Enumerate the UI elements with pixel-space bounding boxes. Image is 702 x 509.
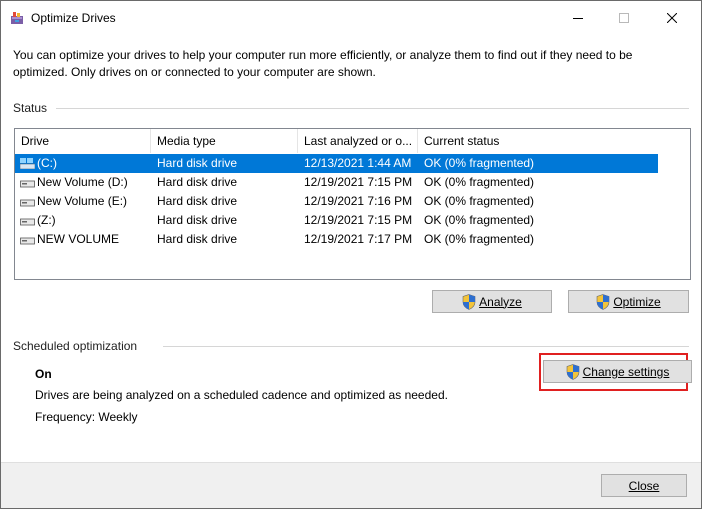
analyze-button-label: Analyze xyxy=(479,294,522,309)
close-icon xyxy=(667,13,677,23)
last-analyzed: 12/19/2021 7:17 PM xyxy=(304,232,413,246)
optimize-button[interactable]: Optimize xyxy=(568,290,689,313)
close-window-button[interactable] xyxy=(649,1,695,35)
last-analyzed: 12/19/2021 7:15 PM xyxy=(304,175,413,189)
drives-list[interactable]: Drive Media type Last analyzed or o... C… xyxy=(14,128,691,280)
intro-text: You can optimize your drives to help you… xyxy=(13,48,633,79)
column-header-media-type[interactable]: Media type xyxy=(151,129,298,153)
change-settings-button[interactable]: Change settings xyxy=(543,360,692,383)
close-button-label: Close xyxy=(628,478,660,493)
dialog-content: You can optimize your drives to help you… xyxy=(1,35,701,462)
current-status: OK (0% fragmented) xyxy=(424,194,535,208)
shield-icon xyxy=(566,363,579,380)
drive-row-z[interactable]: (Z:) Hard disk drive 12/19/2021 7:15 PM … xyxy=(15,211,658,230)
drive-icon xyxy=(20,237,35,245)
shield-icon xyxy=(597,293,610,310)
maximize-icon xyxy=(619,13,629,23)
window-title: Optimize Drives xyxy=(31,11,116,25)
drive-icon xyxy=(20,180,35,188)
drive-name: (Z:) xyxy=(37,213,56,227)
last-analyzed: 12/19/2021 7:15 PM xyxy=(304,213,413,227)
analyze-button[interactable]: Analyze xyxy=(432,290,552,313)
windows-drive-icon xyxy=(20,158,35,169)
column-header-drive[interactable]: Drive xyxy=(15,129,151,153)
schedule-state: On xyxy=(35,367,52,381)
title-bar[interactable]: Optimize Drives xyxy=(1,1,701,35)
dialog-footer: Close xyxy=(1,462,701,508)
minimize-icon xyxy=(573,18,583,19)
media-type: Hard disk drive xyxy=(157,232,238,246)
last-analyzed: 12/19/2021 7:16 PM xyxy=(304,194,413,208)
change-settings-button-label: Change settings xyxy=(582,364,670,379)
schedule-description: Drives are being analyzed on a scheduled… xyxy=(35,388,448,402)
drive-name: New Volume (D:) xyxy=(37,175,128,189)
drive-icon xyxy=(20,199,35,207)
last-analyzed: 12/13/2021 1:44 AM xyxy=(304,156,412,170)
status-section-label: Status xyxy=(13,101,48,115)
current-status: OK (0% fragmented) xyxy=(424,232,535,246)
drive-icon xyxy=(20,218,35,226)
optimize-drives-window: Optimize Drives You can optimize your dr… xyxy=(0,0,702,509)
drive-name: New Volume (E:) xyxy=(37,194,128,208)
media-type: Hard disk drive xyxy=(157,194,238,208)
optimize-drives-icon xyxy=(10,11,24,25)
drives-list-header: Drive Media type Last analyzed or o... C… xyxy=(15,129,690,153)
current-status: OK (0% fragmented) xyxy=(424,213,535,227)
optimize-button-label: Optimize xyxy=(613,294,661,309)
drive-row-c[interactable]: (C:) Hard disk drive 12/13/2021 1:44 AM … xyxy=(15,154,658,173)
minimize-button[interactable] xyxy=(555,1,601,35)
media-type: Hard disk drive xyxy=(157,175,238,189)
schedule-frequency: Frequency: Weekly xyxy=(35,410,138,424)
drive-name: NEW VOLUME xyxy=(37,232,120,246)
status-divider xyxy=(56,108,689,109)
column-header-last-analyzed[interactable]: Last analyzed or o... xyxy=(298,129,418,153)
scheduled-divider xyxy=(163,346,689,347)
media-type: Hard disk drive xyxy=(157,156,238,170)
drive-row-d[interactable]: New Volume (D:) Hard disk drive 12/19/20… xyxy=(15,173,658,192)
scheduled-section-label: Scheduled optimization xyxy=(13,339,138,353)
drive-row-e[interactable]: New Volume (E:) Hard disk drive 12/19/20… xyxy=(15,192,658,211)
close-button[interactable]: Close xyxy=(601,474,687,497)
shield-icon xyxy=(462,293,476,310)
current-status: OK (0% fragmented) xyxy=(424,175,535,189)
column-header-current-status[interactable]: Current status xyxy=(418,129,690,153)
current-status: OK (0% fragmented) xyxy=(424,156,535,170)
drive-row-new-volume[interactable]: NEW VOLUME Hard disk drive 12/19/2021 7:… xyxy=(15,230,658,249)
drive-name: (C:) xyxy=(37,156,57,170)
media-type: Hard disk drive xyxy=(157,213,238,227)
maximize-button[interactable] xyxy=(601,1,647,35)
